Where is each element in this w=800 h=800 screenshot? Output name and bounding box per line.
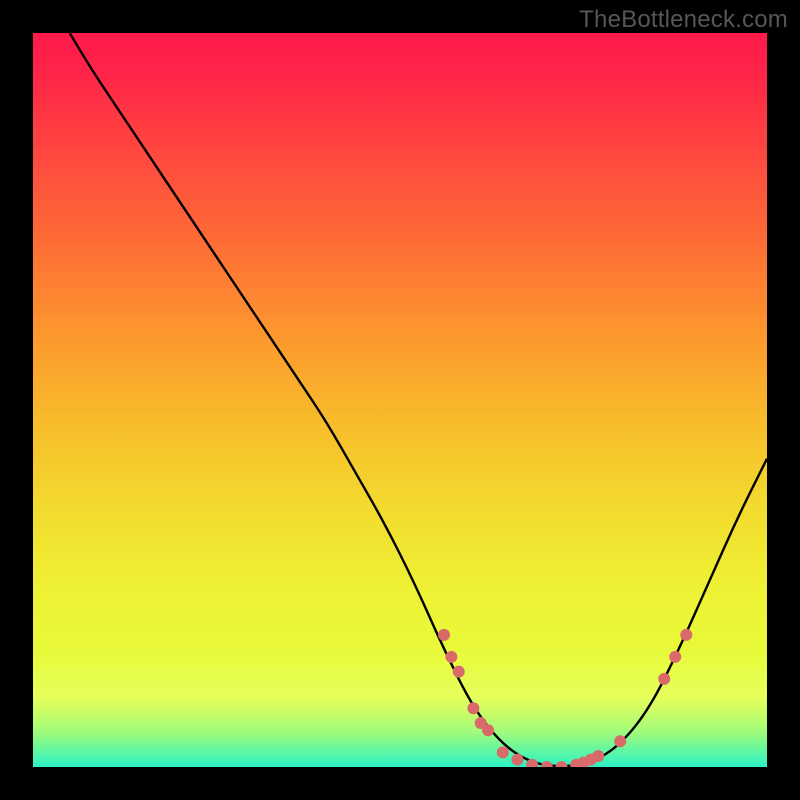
marker-dot <box>467 702 479 714</box>
watermark-text: TheBottleneck.com <box>579 6 788 34</box>
marker-dot <box>482 724 494 736</box>
marker-dot <box>592 750 604 762</box>
curve-layer <box>33 33 767 767</box>
plot-area <box>33 33 767 767</box>
marker-dot <box>614 735 626 747</box>
chart-frame: TheBottleneck.com <box>0 0 800 800</box>
marker-dot <box>555 761 567 767</box>
marker-dot <box>511 754 523 766</box>
marker-dot <box>445 651 457 663</box>
marker-dot <box>541 761 553 767</box>
marker-dot <box>669 651 681 663</box>
marker-dot <box>453 666 465 678</box>
marker-dot <box>497 746 509 758</box>
marker-dot <box>438 629 450 641</box>
marker-dot <box>658 673 670 685</box>
marker-dot <box>680 629 692 641</box>
bottleneck-curve <box>70 33 767 766</box>
